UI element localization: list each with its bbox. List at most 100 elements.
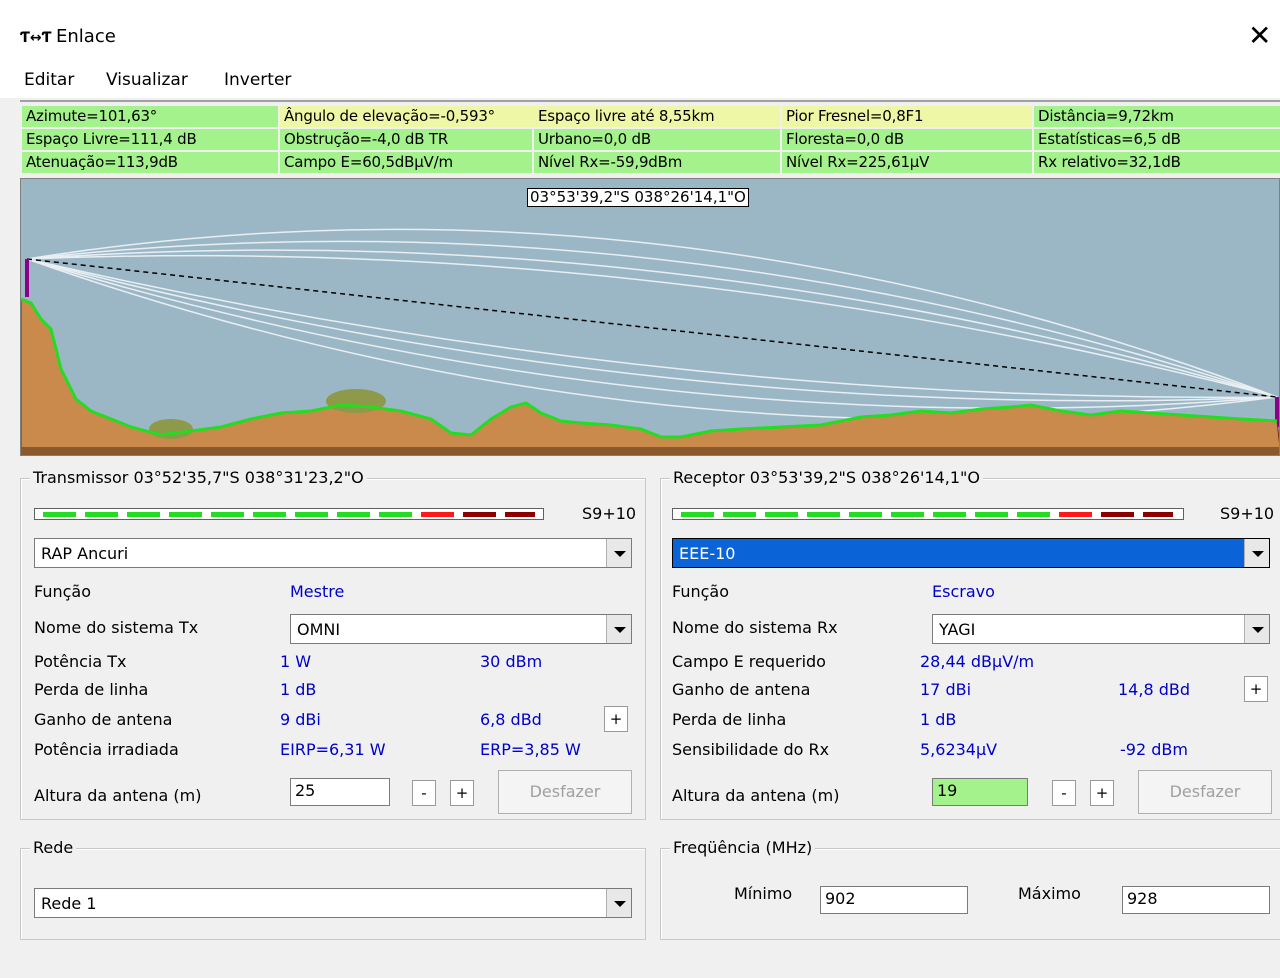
meter-segment [295,512,328,517]
profile-coordinate-tag: 03°53'39,2"S 038°26'14,1"O [527,188,749,207]
meter-segment [807,512,840,517]
rx-ganho-plus-button[interactable]: + [1244,676,1268,702]
rx-campo-value: 28,44 dBµV/m [920,652,1035,671]
menu-visualizar[interactable]: Visualizar [106,70,188,90]
tx-funcao-value: Mestre [290,582,345,601]
menu-bar [0,62,1280,98]
chevron-down-icon[interactable] [1244,615,1269,643]
rx-altura-minus-button[interactable]: - [1052,780,1076,806]
rx-funcao-value: Escravo [932,582,995,601]
rede-title: Rede [30,838,77,857]
nivel-rx-dbm-cell: Nível Rx=-59,9dBm [534,152,780,173]
rx-perda-value: 1 dB [920,710,957,729]
rx-sens-dbm: -92 dBm [1120,740,1188,759]
meter-segment [127,512,160,517]
tx-sistema-label: Nome do sistema Tx [34,618,199,637]
rede-select[interactable]: Rede 1 [34,888,632,918]
freq-max-input[interactable]: 928 [1122,886,1270,914]
rx-altura-label: Altura da antena (m) [672,786,840,805]
rx-relativo-cell: Rx relativo=32,1dB [1034,152,1280,173]
vegetation [326,389,386,413]
meter-segment [681,512,714,517]
floresta-cell: Floresta=0,0 dB [782,129,1032,150]
tx-perda-value: 1 dB [280,680,317,699]
menu-editar[interactable]: Editar [24,70,74,90]
meter-segment [43,512,76,517]
app-icon: Ƭ↔Ƭ [20,30,52,46]
meter-segment [765,512,798,517]
rx-sens-label: Sensibilidade do Rx [672,740,830,759]
tx-ganho-dbd: 6,8 dBd [480,710,542,729]
meter-segment [169,512,202,517]
tx-meter-value: S9+10 [582,504,637,523]
rx-signal-meter [672,508,1184,520]
meter-segment [723,512,756,517]
tx-ganho-plus-button[interactable]: + [604,706,628,732]
atenuacao-cell: Atenuação=113,9dB [22,152,278,173]
tx-site-select[interactable]: RAP Ancuri [34,538,632,568]
tx-potencia-dbm: 30 dBm [480,652,543,671]
rx-site-select[interactable]: EEE-10 [672,538,1270,568]
nivel-rx-uv-cell: Nível Rx=225,61µV [782,152,1032,173]
tx-erp: ERP=3,85 W [480,740,581,759]
tx-sistema-select[interactable]: OMNI [290,614,632,644]
tx-perda-label: Perda de linha [34,680,149,699]
rx-sistema-label: Nome do sistema Rx [672,618,838,637]
rx-undo-button[interactable]: Desfazer [1138,770,1272,814]
chevron-down-icon[interactable] [606,889,631,917]
tx-altura-input[interactable]: 25 [290,778,390,806]
meter-segment [933,512,966,517]
receiver-group [660,478,1280,820]
link-info-grid: Azimute=101,63° Ângulo de elevação=-0,59… [20,100,1280,180]
urbano-cell: Urbano=0,0 dB [534,129,780,150]
meter-segment [211,512,244,517]
window-title: Enlace [56,26,116,47]
menu-inverter[interactable]: Inverter [224,70,291,90]
rx-sistema-select[interactable]: YAGI [932,614,1270,644]
chevron-down-icon[interactable] [606,615,631,643]
receiver-title: Receptor 03°53'39,2"S 038°26'14,1"O [670,468,983,487]
rx-site-value: EEE-10 [679,544,736,563]
terrain-profile-view[interactable] [20,178,1280,456]
profile-baseline [21,447,1279,455]
tx-altura-plus-button[interactable]: + [450,780,474,806]
meter-segment [505,512,535,517]
tx-altura-label: Altura da antena (m) [34,786,202,805]
transmitter-group [20,478,646,820]
tx-altura-minus-button[interactable]: - [412,780,436,806]
campo-e-cell: Campo E=60,5dBµV/m [280,152,532,173]
pior-fresnel-cell: Pior Fresnel=0,8F1 [782,106,1032,127]
tx-funcao-label: Função [34,582,91,601]
tx-antenna-mast [25,259,29,297]
meter-segment [1143,512,1173,517]
close-icon[interactable]: ✕ [1248,22,1271,50]
chevron-down-icon[interactable] [1244,539,1269,567]
tx-ganho-dbi: 9 dBi [280,710,321,729]
title-bar [0,0,1280,70]
rx-altura-plus-button[interactable]: + [1090,780,1114,806]
meter-segment [1059,512,1092,517]
azimute-cell: Azimute=101,63° [22,106,278,127]
chevron-down-icon[interactable] [606,539,631,567]
tx-undo-button[interactable]: Desfazer [498,770,632,814]
meter-segment [337,512,370,517]
frequency-title: Freqüência (MHz) [670,838,816,857]
elevacao-cell: Ângulo de elevação=-0,593° [280,106,534,127]
tx-signal-meter [34,508,544,520]
distancia-cell: Distância=9,72km [1034,106,1280,127]
vegetation [149,419,193,439]
tx-irradiada-label: Potência irradiada [34,740,179,759]
meter-segment [1101,512,1134,517]
rede-value: Rede 1 [41,894,97,913]
rx-sistema-value: YAGI [939,620,976,639]
freq-min-label: Mínimo [734,884,793,903]
obstrucao-cell: Obstrução=-4,0 dB TR [280,129,532,150]
rx-altura-input[interactable]: 19 [932,778,1028,806]
tx-eirp: EIRP=6,31 W [280,740,386,759]
freq-min-input[interactable]: 902 [820,886,968,914]
meter-segment [85,512,118,517]
terrain-profile-graphic [21,228,1279,455]
meter-segment [253,512,286,517]
meter-segment [463,512,496,517]
tx-potencia-label: Potência Tx [34,652,127,671]
